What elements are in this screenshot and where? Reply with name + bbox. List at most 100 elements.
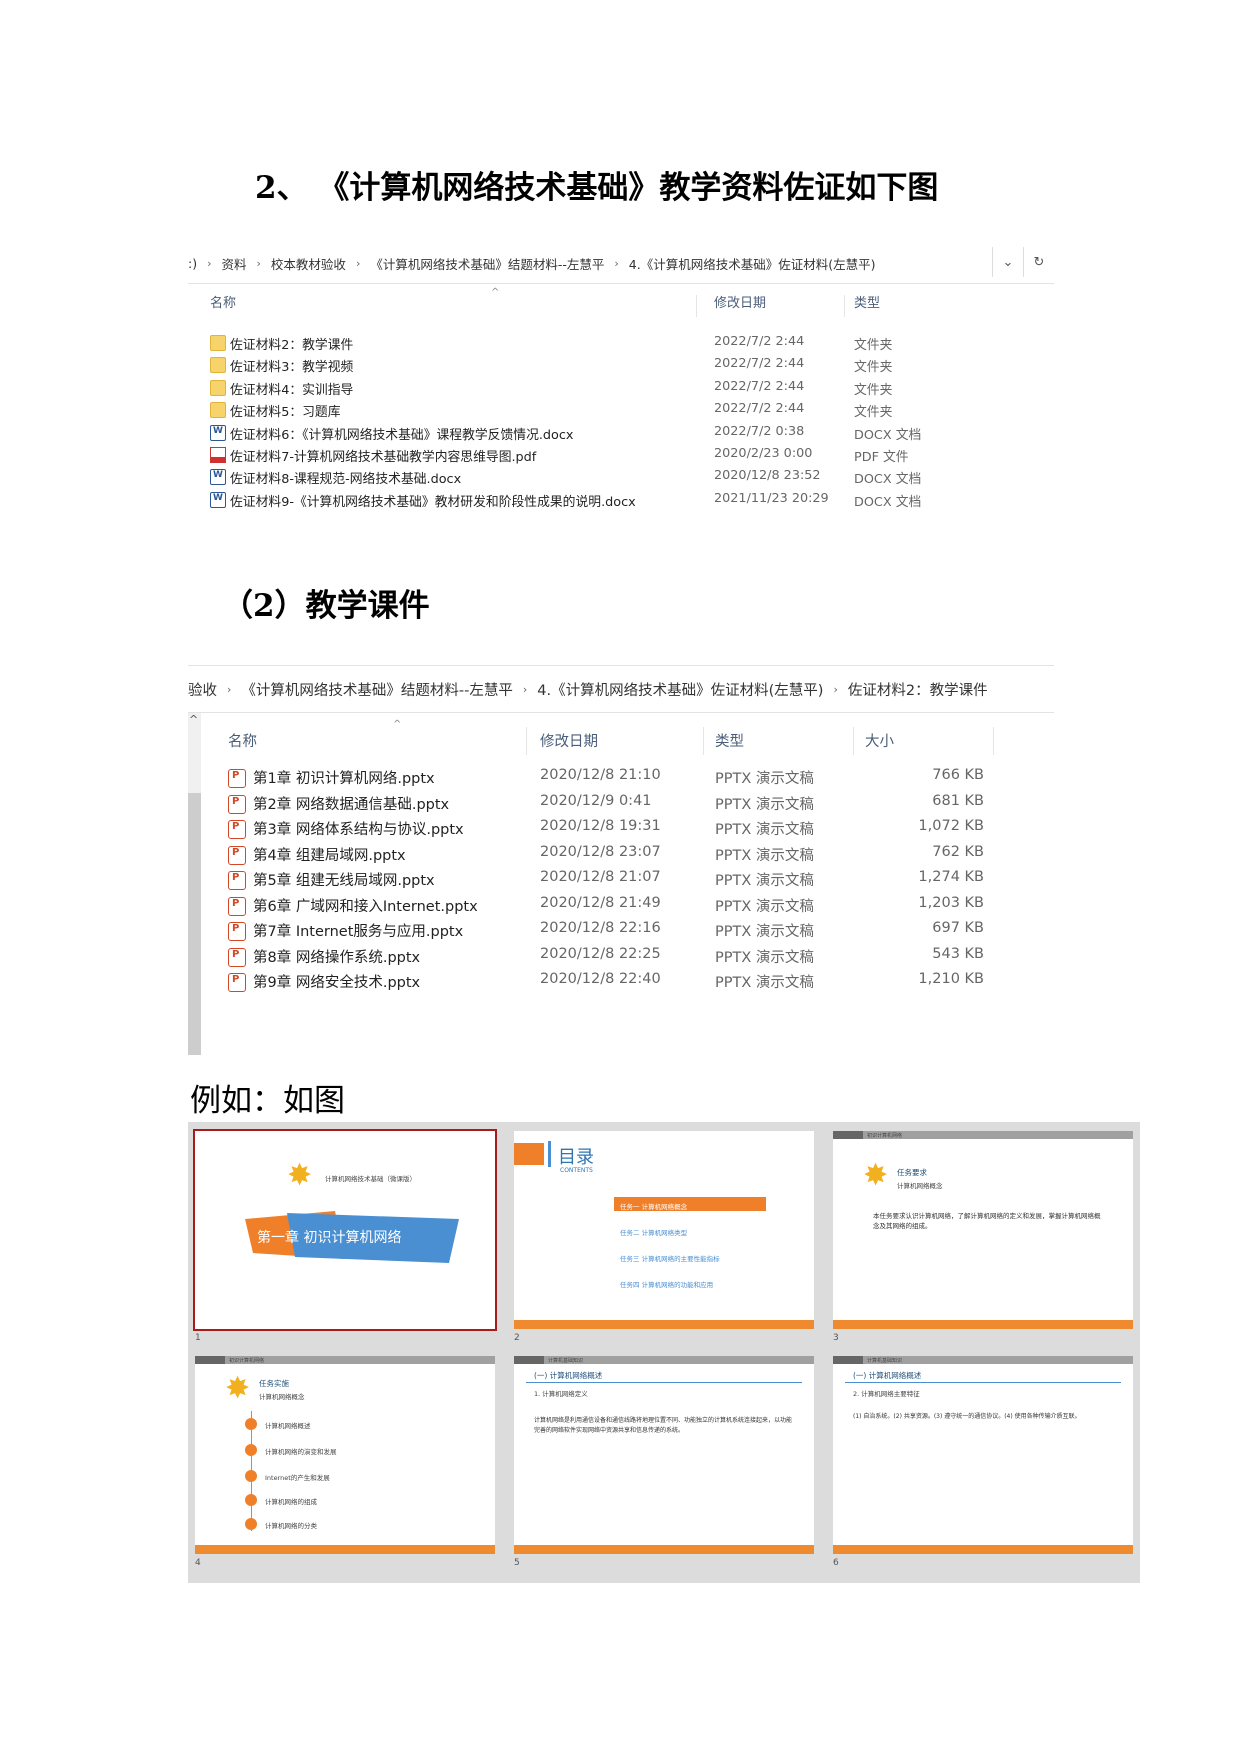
slide-title: 第一章 初识计算机网络 bbox=[257, 1230, 402, 1246]
column-divider[interactable] bbox=[993, 727, 994, 755]
file-row[interactable]: 第9章 网络安全技术.pptx 2020/12/8 22:40 PPTX 演示文稿 1… bbox=[188, 969, 1054, 995]
breadcrumb-item[interactable]: 资料 bbox=[222, 254, 247, 273]
file-size: 1,274 KB bbox=[918, 869, 984, 885]
slide-subheading: 2. 计算机网络主要特征 bbox=[853, 1390, 920, 1398]
file-name: 佐证材料6：《计算机网络技术基础》课程教学反馈情况.docx bbox=[230, 427, 574, 443]
file-row[interactable]: 第4章 组建局域网.pptx 2020/12/8 23:07 PPTX 演示文稿 76… bbox=[188, 842, 1054, 868]
breadcrumb-item[interactable]: :) bbox=[188, 256, 197, 271]
file-modified: 2020/12/8 23:07 bbox=[540, 843, 661, 860]
slide-thumbnail-6[interactable]: 计算机基础知识 (一) 计算机网络概述 2. 计算机网络主要特征 (1) 自治系… bbox=[833, 1356, 1133, 1554]
file-modified: 2022/7/2 0:38 bbox=[714, 423, 805, 439]
slide-tag: 初识计算机网络 bbox=[229, 1358, 265, 1364]
column-header-name[interactable]: 名称 bbox=[210, 292, 236, 311]
column-divider[interactable] bbox=[703, 727, 704, 755]
file-name: 佐证材料8-课程规范-网络技术基础.docx bbox=[230, 472, 462, 488]
scroll-up-icon[interactable]: ^ bbox=[189, 713, 198, 726]
chevron-right-icon: › bbox=[207, 256, 212, 270]
file-name: 第7章 Internet服务与应用.pptx bbox=[253, 924, 464, 940]
chevron-down-icon[interactable]: ⌄ bbox=[992, 247, 1023, 277]
file-row[interactable]: 佐证材料9-《计算机网络技术基础》教材研发和阶段性成果的说明.docx 2021/… bbox=[188, 488, 1054, 510]
folder-icon bbox=[210, 335, 226, 351]
column-divider[interactable] bbox=[844, 295, 845, 317]
pptx-icon bbox=[228, 769, 246, 788]
file-row[interactable]: 第7章 Internet服务与应用.pptx 2020/12/8 22:16 PPT… bbox=[188, 918, 1054, 944]
slide-heading: (一) 计算机网络概述 bbox=[534, 1371, 603, 1380]
file-modified: 2022/7/2 2:44 bbox=[714, 334, 805, 349]
file-row[interactable]: 佐证材料7-计算机网络技术基础教学内容思维导图.pdf 2020/2/23 0:0… bbox=[188, 443, 1054, 465]
slide-thumbnail-3[interactable]: 初识计算机网络 ✸ 任务要求 计算机网络概念 本任务要求认识计算机网络，了解计算… bbox=[833, 1131, 1133, 1329]
docx-icon bbox=[210, 469, 226, 486]
column-header-name[interactable]: 名称 bbox=[228, 730, 257, 751]
file-modified: 2022/7/2 2:44 bbox=[714, 378, 805, 394]
slide-number: 5 bbox=[514, 1558, 520, 1568]
file-modified: 2020/12/8 23:52 bbox=[714, 468, 821, 484]
breadcrumb-item[interactable]: 4.《计算机网络技术基础》佐证材料(左慧平) bbox=[629, 254, 876, 273]
slide-heading: (一) 计算机网络概述 bbox=[853, 1371, 922, 1380]
column-header-modified[interactable]: 修改日期 bbox=[714, 292, 766, 311]
slide-thumbnail-5[interactable]: 计算机基础知识 (一) 计算机网络概述 1. 计算机网络定义 计算机网络是利用通… bbox=[514, 1356, 814, 1554]
file-modified: 2020/12/8 21:07 bbox=[540, 869, 661, 885]
slide-number: 3 bbox=[833, 1333, 839, 1343]
toc-item: 任务二 计算机网络类型 bbox=[620, 1229, 688, 1237]
slide-thumbnail-grid: ✸ 计算机网络技术基础（微课版） 第一章 初识计算机网络 1 目录 CONTEN… bbox=[188, 1122, 1140, 1583]
file-row[interactable]: 第8章 网络操作系统.pptx 2020/12/8 22:25 PPTX 演示文稿 5… bbox=[188, 944, 1054, 970]
list-item: 计算机网络的演变和发展 bbox=[265, 1448, 337, 1456]
column-header-type[interactable]: 类型 bbox=[854, 292, 880, 311]
file-row[interactable]: 第5章 组建无线局域网.pptx 2020/12/8 21:07 PPTX 演示文稿… bbox=[188, 867, 1054, 893]
slide-body: 计算机网络是利用通信设备和通信线路将地理位置不同、功能独立的计算机系统连接起来，… bbox=[534, 1417, 793, 1434]
column-header-size[interactable]: 大小 bbox=[865, 730, 894, 751]
file-modified: 2020/12/8 21:49 bbox=[540, 894, 661, 911]
file-row[interactable]: 第1章 初识计算机网络.pptx 2020/12/8 21:10 PPTX 演示文稿… bbox=[188, 765, 1054, 791]
column-header-type[interactable]: 类型 bbox=[715, 730, 744, 751]
chevron-right-icon: › bbox=[833, 682, 838, 696]
file-type: PPTX 演示文稿 bbox=[715, 796, 814, 813]
file-type: DOCX 文档 bbox=[854, 494, 922, 510]
file-size: 697 KB bbox=[932, 920, 984, 936]
file-row[interactable]: 佐证材料2：教学课件 2022/7/2 2:44 文件夹 bbox=[188, 331, 1054, 353]
slide-number: 4 bbox=[195, 1558, 201, 1568]
file-row[interactable]: 佐证材料3：教学视频 2022/7/2 2:44 文件夹 bbox=[188, 353, 1054, 375]
file-modified: 2020/12/9 0:41 bbox=[540, 792, 652, 809]
slide-thumbnail-4[interactable]: 初识计算机网络 ✸ 任务实施 计算机网络概念 计算机网络概述 计算机网络的演变和… bbox=[195, 1356, 495, 1554]
slide-subheading: 计算机网络概念 bbox=[897, 1182, 943, 1190]
file-modified: 2020/12/8 22:40 bbox=[540, 971, 661, 987]
file-row[interactable]: 佐证材料6：《计算机网络技术基础》课程教学反馈情况.docx 2022/7/2 0… bbox=[188, 421, 1054, 443]
list-item: Internet的产生和发展 bbox=[265, 1474, 330, 1482]
column-header-modified[interactable]: 修改日期 bbox=[540, 730, 598, 751]
file-name: 佐证材料3：教学视频 bbox=[230, 360, 354, 376]
column-divider[interactable] bbox=[853, 727, 854, 755]
bullet-icon bbox=[245, 1470, 257, 1482]
file-size: 681 KB bbox=[932, 792, 984, 809]
refresh-icon[interactable]: ↻ bbox=[1023, 247, 1054, 277]
file-row[interactable]: 第3章 网络体系结构与协议.pptx 2020/12/8 19:31 PPTX 演示… bbox=[188, 816, 1054, 842]
accent-line bbox=[548, 1141, 551, 1167]
breadcrumb-item[interactable]: 《计算机网络技术基础》结题材料--左慧平 bbox=[241, 679, 512, 700]
file-name: 第5章 组建无线局域网.pptx bbox=[253, 873, 435, 889]
column-divider[interactable] bbox=[696, 295, 697, 317]
breadcrumb-item[interactable]: 4.《计算机网络技术基础》佐证材料(左慧平) bbox=[537, 679, 823, 700]
pptx-icon bbox=[228, 871, 246, 890]
file-row[interactable]: 第6章 广域网和接入Internet.pptx 2020/12/8 21:49 PP… bbox=[188, 893, 1054, 919]
logo-icon: ✸ bbox=[287, 1158, 313, 1193]
pptx-icon bbox=[228, 947, 246, 967]
slide-footer-bar bbox=[833, 1320, 1133, 1329]
slide-tag: 计算机基础知识 bbox=[548, 1358, 584, 1364]
breadcrumb-item[interactable]: 校本教材验收 bbox=[271, 254, 346, 273]
pptx-icon bbox=[228, 794, 246, 814]
address-bar[interactable]: 验收 › 《计算机网络技术基础》结题材料--左慧平 › 4.《计算机网络技术基础》佐… bbox=[188, 665, 1054, 713]
file-row[interactable]: 佐证材料8-课程规范-网络技术基础.docx 2020/12/8 23:52 DOC… bbox=[188, 465, 1054, 487]
slide-brand-text: 计算机网络技术基础（微课版） bbox=[325, 1175, 416, 1183]
column-divider[interactable] bbox=[526, 727, 527, 755]
breadcrumb-item[interactable]: 佐证材料2：教学课件 bbox=[848, 679, 988, 700]
slide-thumbnail-2[interactable]: 目录 CONTENTS 任务一 计算机网络概念 任务二 计算机网络类型 任务三 … bbox=[514, 1131, 814, 1329]
breadcrumb-item[interactable]: 验收 bbox=[188, 679, 217, 700]
file-row[interactable]: 第2章 网络数据通信基础.pptx 2020/12/9 0:41 PPTX 演示文稿… bbox=[188, 791, 1054, 817]
file-row[interactable]: 佐证材料4：实训指导 2022/7/2 2:44 文件夹 bbox=[188, 376, 1054, 398]
slide-thumbnail-1[interactable]: ✸ 计算机网络技术基础（微课版） 第一章 初识计算机网络 bbox=[193, 1129, 497, 1331]
pptx-icon bbox=[228, 820, 246, 839]
file-type: PPTX 演示文稿 bbox=[715, 975, 814, 991]
logo-icon: ✸ bbox=[863, 1158, 889, 1193]
address-bar[interactable]: :) › 资料 › 校本教材验收 › 《计算机网络技术基础》结题材料--左慧平 › 4.… bbox=[188, 243, 1054, 284]
breadcrumb-item[interactable]: 《计算机网络技术基础》结题材料--左慧平 bbox=[370, 254, 604, 273]
file-row[interactable]: 佐证材料5：习题库 2022/7/2 2:44 文件夹 bbox=[188, 398, 1054, 420]
